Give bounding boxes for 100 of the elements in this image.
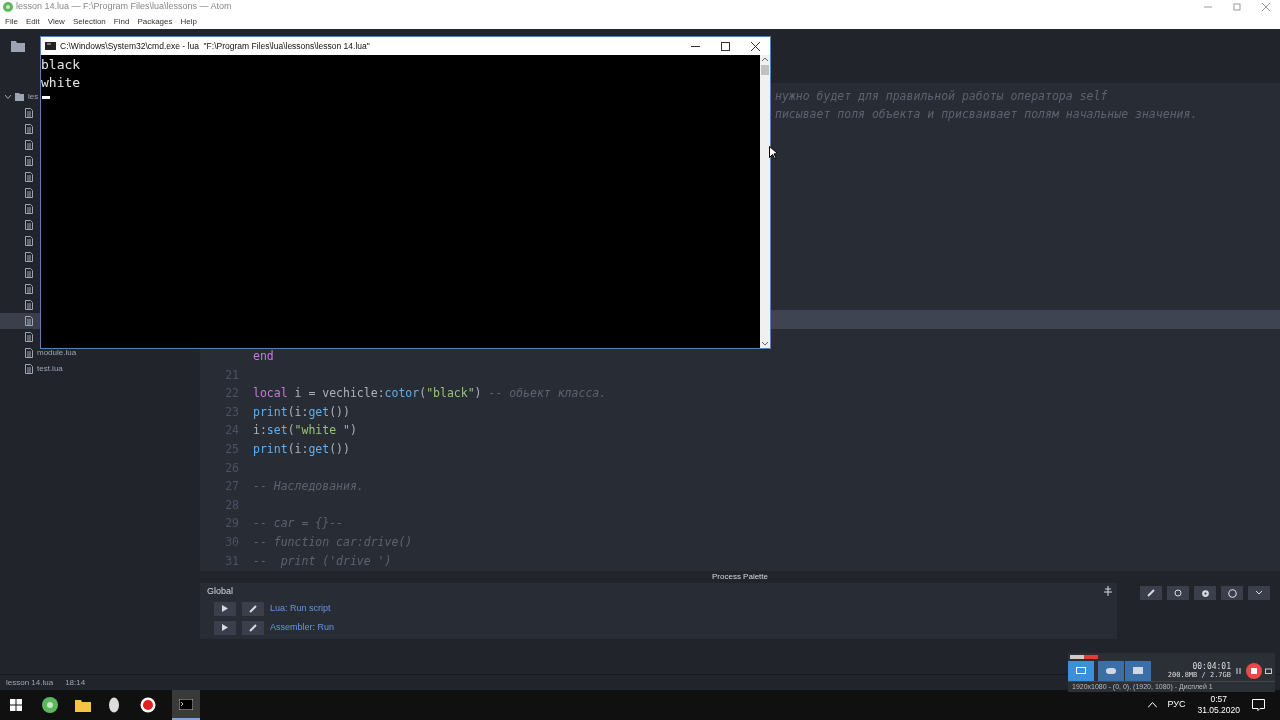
file-icon (25, 156, 33, 166)
file-icon (25, 332, 33, 342)
pause-icon[interactable] (1236, 667, 1241, 674)
terminal-taskbar-icon[interactable] (172, 690, 200, 720)
menu-item[interactable]: Packages (137, 15, 173, 28)
camera-icon[interactable] (1265, 667, 1272, 674)
stop-record-icon[interactable] (1246, 662, 1262, 679)
code-line: -- Наследования. (253, 478, 364, 496)
file-icon (25, 140, 33, 150)
tree-file-item[interactable]: test.lua (0, 361, 200, 377)
clock-date[interactable]: 31.05.2020 (1197, 705, 1240, 716)
gamepad-icon (1106, 667, 1116, 674)
settings-icon (1200, 588, 1210, 598)
file-icon (25, 284, 33, 294)
file-icon (25, 220, 33, 230)
folder-icon (15, 93, 24, 101)
language-indicator[interactable]: РУС (1167, 698, 1186, 712)
console-title: C:\Windows\System32\cmd.exe - lua "F:\Program Files\lua\lessons\lesson 14.lua" (60, 39, 370, 53)
menu-item[interactable]: Find (113, 15, 130, 28)
maximize-icon (1232, 3, 1241, 11)
code-line: end (253, 348, 274, 365)
cursor-position[interactable]: 18:14 (65, 676, 86, 689)
record-taskbar-icon[interactable] (140, 697, 156, 713)
group-label: Global (207, 585, 233, 598)
tree-folder-item[interactable]: les (0, 89, 40, 105)
console-app-icon (45, 42, 56, 50)
file-icon (25, 204, 33, 214)
file-icon (25, 236, 33, 246)
help-button[interactable] (1221, 586, 1243, 600)
tree-file-item[interactable] (0, 313, 40, 329)
code-line: print(i:get()) (253, 403, 350, 421)
file-icon (25, 300, 33, 310)
menu-item[interactable]: View (47, 15, 65, 28)
file-icon (25, 124, 33, 134)
recorder-logo-icon (1070, 654, 1100, 659)
play-icon (222, 624, 228, 631)
run-button[interactable] (214, 620, 236, 635)
window-title: lesson 14.lua — F:\Program Files\lua\lessons — Atom (16, 0, 232, 14)
help-icon (1227, 588, 1237, 598)
windows-start-icon[interactable] (10, 699, 22, 711)
run-button[interactable] (214, 601, 236, 616)
text-cursor (42, 96, 50, 99)
terminal-icon (179, 698, 193, 710)
code-line: print(i:get()) (253, 440, 350, 458)
scrollbar[interactable] (760, 55, 770, 348)
recording-timer: 00:04:01 (1192, 661, 1231, 671)
code-line: -- car = {}-- (253, 515, 343, 533)
refresh-button[interactable] (1167, 586, 1189, 600)
file-icon (25, 108, 33, 118)
file-icon (25, 348, 33, 358)
notification-icon[interactable] (1252, 699, 1265, 711)
console-output: black (41, 56, 82, 74)
console-output: white (41, 73, 82, 91)
clock-time[interactable]: 0:57 (1210, 694, 1227, 705)
status-file-name[interactable]: lesson 14.lua (6, 676, 54, 689)
folder-name: les (28, 91, 39, 103)
atom-taskbar-icon[interactable] (42, 697, 58, 713)
device-mode-button[interactable] (1125, 660, 1151, 681)
play-icon (222, 605, 228, 612)
file-icon (25, 268, 33, 278)
code-line: local i = vechicle:cotor("black") -- обьект класса. (253, 385, 607, 403)
panel-title: Process Palette (712, 571, 768, 583)
settings-button[interactable] (1194, 586, 1216, 600)
file-icon (25, 316, 33, 326)
mouse-cursor-icon (769, 146, 777, 159)
folder-taskbar-icon[interactable] (75, 698, 91, 712)
screen-mode-button[interactable] (1068, 660, 1094, 681)
code-line: i:set("white ") (253, 422, 357, 440)
chevron-up-icon[interactable] (1148, 702, 1158, 708)
edit-button[interactable] (1140, 586, 1162, 600)
game-mode-button[interactable] (1098, 660, 1124, 681)
console-window[interactable]: C:\Windows\System32\cmd.exe - lua "F:\Program Files\lua\lessons\lesson 14.lua" black white (40, 36, 771, 349)
menu-item[interactable]: Edit (25, 15, 40, 28)
pin-icon[interactable] (1103, 586, 1113, 596)
pencil-icon (249, 623, 257, 632)
chevron-down-icon (1255, 589, 1263, 597)
file-icon (25, 172, 33, 182)
command-link[interactable]: Assembler: Run (270, 620, 335, 635)
close-icon (1261, 3, 1270, 11)
scroll-up-icon[interactable] (762, 57, 768, 63)
scroll-down-icon[interactable] (762, 340, 768, 346)
code-line: -- function car:drive() (253, 533, 413, 551)
close-icon (750, 41, 760, 51)
edit-button[interactable] (242, 601, 264, 616)
scroll-thumb[interactable] (761, 65, 769, 75)
atom-logo-icon (3, 2, 13, 12)
folder-icon[interactable] (11, 40, 25, 52)
code-comment: писывает поля объекта и присваивает полям начальные значения. (775, 106, 1198, 124)
maximize-icon (720, 41, 730, 51)
menu-item[interactable]: Selection (72, 15, 106, 28)
edit-button[interactable] (242, 620, 264, 635)
file-icon (25, 252, 33, 262)
minimize-icon (1203, 3, 1212, 11)
device-icon (1133, 667, 1143, 674)
command-link[interactable]: Lua: Run script (270, 601, 331, 616)
code-line: -- print ('drive ') (253, 552, 392, 570)
code-comment: нужно будет для правильной работы оператора self (775, 87, 1108, 105)
menu-item[interactable]: File (5, 15, 18, 28)
menu-item[interactable]: Help (180, 15, 197, 28)
pencil-icon (1147, 589, 1155, 597)
